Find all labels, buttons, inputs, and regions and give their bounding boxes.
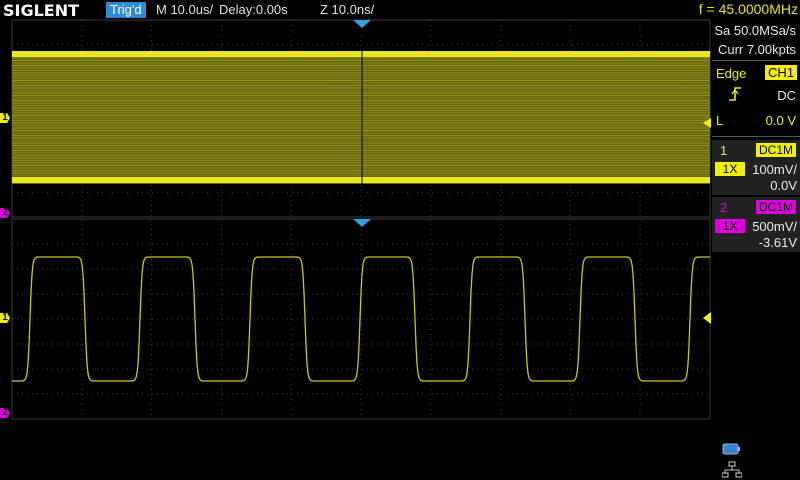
ch2-settings-panel[interactable]: 2 DC1M 1X 500mV/ -3.61V — [712, 197, 800, 252]
trigger-source: CH1 — [765, 65, 798, 80]
rising-edge-icon — [729, 87, 741, 101]
battery-icon — [722, 443, 740, 455]
ch1-main-top-edge — [12, 51, 710, 57]
memory-depth: Curr 7.00kpts — [717, 42, 796, 57]
ch1-probe: 1X — [715, 162, 745, 176]
trigger-type: Edge — [716, 66, 747, 81]
ch2-number: 2 — [720, 200, 728, 215]
ch1-coupling: DC1M — [756, 143, 797, 157]
ch2-coupling: DC1M — [756, 200, 797, 214]
waveform-display[interactable] — [0, 0, 800, 480]
ch2-scale: 500mV/ — [752, 219, 797, 234]
trigger-coupling: DC — [777, 88, 796, 103]
divider — [712, 136, 800, 137]
sample-rate: Sa 50.0MSa/s — [714, 23, 796, 38]
ch1-number: 1 — [720, 143, 728, 158]
ch2-offset: -3.61V — [758, 235, 797, 250]
ch2-probe: 1X — [715, 219, 745, 233]
ch1-offset: 0.0V — [770, 178, 797, 193]
ch1-settings-panel[interactable]: 1 DC1M 1X 100mV/ 0.0V — [712, 140, 800, 195]
divider — [712, 60, 800, 61]
trigger-level-value: 0.0 V — [765, 113, 796, 128]
trigger-level-label: L — [716, 113, 724, 128]
ch1-main-bottom-edge — [12, 177, 710, 183]
network-icon — [722, 461, 742, 478]
ch1-scale: 100mV/ — [752, 162, 797, 177]
